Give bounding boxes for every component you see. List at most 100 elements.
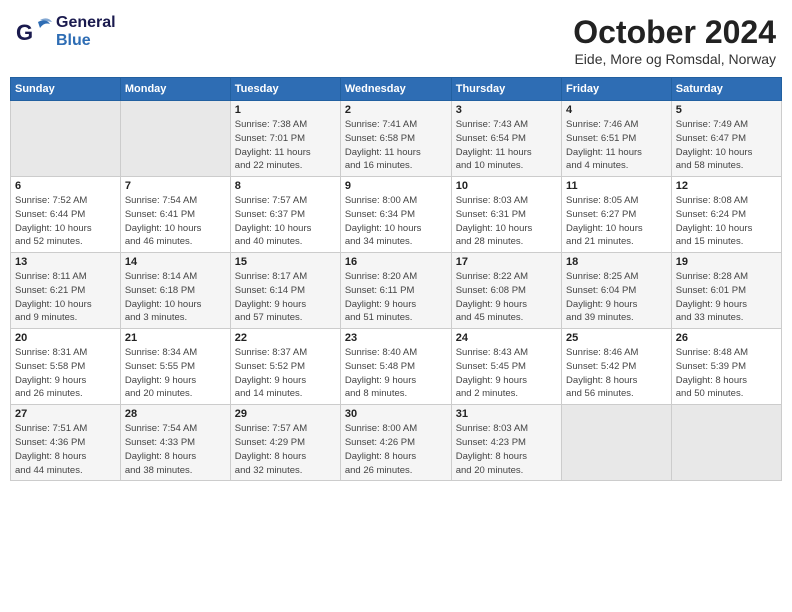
day-info: Sunrise: 8:17 AM Sunset: 6:14 PM Dayligh… <box>235 270 336 325</box>
calendar-cell: 29Sunrise: 7:57 AM Sunset: 4:29 PM Dayli… <box>230 405 340 481</box>
calendar-cell: 30 Sunrise: 8:00 AM Sunset: 4:26 PM Dayli… <box>340 405 451 481</box>
day-number: 30 <box>345 408 447 420</box>
day-info: Sunrise: 8:05 AM Sunset: 6:27 PM Dayligh… <box>566 194 667 249</box>
day-info: Sunrise: 8:34 AM Sunset: 5:55 PM Dayligh… <box>125 346 226 401</box>
day-number: 13 <box>15 256 116 268</box>
day-number: 11 <box>566 180 667 192</box>
calendar-cell: 22Sunrise: 8:37 AM Sunset: 5:52 PM Dayli… <box>230 329 340 405</box>
calendar-week-row: 13 Sunrise: 8:11 AM Sunset: 6:21 PM Dayli… <box>11 253 782 329</box>
day-number: 5 <box>676 104 777 116</box>
day-number: 3 <box>456 104 557 116</box>
day-info: Sunrise: 8:11 AM Sunset: 6:21 PM Dayligh… <box>15 270 116 325</box>
day-info: Sunrise: 8:00 AM Sunset: 6:34 PM Dayligh… <box>345 194 447 249</box>
calendar-cell: 8 Sunrise: 7:57 AM Sunset: 6:37 PM Daylig… <box>230 177 340 253</box>
calendar-cell: 4 Sunrise: 7:46 AM Sunset: 6:51 PM Daylig… <box>562 101 672 177</box>
day-number: 20 <box>15 332 116 344</box>
day-info: Sunrise: 7:46 AM Sunset: 6:51 PM Dayligh… <box>566 118 667 173</box>
weekday-header-sunday: Sunday <box>11 78 121 101</box>
month-title: October 2024 <box>573 14 776 51</box>
calendar-cell: 9 Sunrise: 8:00 AM Sunset: 6:34 PM Daylig… <box>340 177 451 253</box>
page-header: G General Blue October 2024 Eide, More o… <box>10 10 782 71</box>
day-info: Sunrise: 7:51 AM Sunset: 4:36 PM Dayligh… <box>15 422 116 477</box>
calendar-cell: 1Sunrise: 7:38 AM Sunset: 7:01 PM Daylig… <box>230 101 340 177</box>
day-number: 14 <box>125 256 226 268</box>
day-number: 8 <box>235 180 336 192</box>
day-info: Sunrise: 7:54 AM Sunset: 6:41 PM Dayligh… <box>125 194 226 249</box>
calendar-week-row: 6Sunrise: 7:52 AM Sunset: 6:44 PM Daylig… <box>11 177 782 253</box>
day-number: 7 <box>125 180 226 192</box>
calendar-cell: 28 Sunrise: 7:54 AM Sunset: 4:33 PM Dayli… <box>120 405 230 481</box>
day-info: Sunrise: 8:48 AM Sunset: 5:39 PM Dayligh… <box>676 346 777 401</box>
calendar-cell: 24 Sunrise: 8:43 AM Sunset: 5:45 PM Dayli… <box>451 329 561 405</box>
day-number: 24 <box>456 332 557 344</box>
weekday-header-tuesday: Tuesday <box>230 78 340 101</box>
day-info: Sunrise: 8:46 AM Sunset: 5:42 PM Dayligh… <box>566 346 667 401</box>
day-info: Sunrise: 8:31 AM Sunset: 5:58 PM Dayligh… <box>15 346 116 401</box>
day-number: 10 <box>456 180 557 192</box>
calendar-cell: 19 Sunrise: 8:28 AM Sunset: 6:01 PM Dayli… <box>671 253 781 329</box>
day-info: Sunrise: 7:49 AM Sunset: 6:47 PM Dayligh… <box>676 118 777 173</box>
calendar-week-row: 27Sunrise: 7:51 AM Sunset: 4:36 PM Dayli… <box>11 405 782 481</box>
calendar-cell: 15 Sunrise: 8:17 AM Sunset: 6:14 PM Dayli… <box>230 253 340 329</box>
calendar-cell: 5 Sunrise: 7:49 AM Sunset: 6:47 PM Daylig… <box>671 101 781 177</box>
calendar-cell: 6Sunrise: 7:52 AM Sunset: 6:44 PM Daylig… <box>11 177 121 253</box>
day-number: 16 <box>345 256 447 268</box>
calendar-cell: 18 Sunrise: 8:25 AM Sunset: 6:04 PM Dayli… <box>562 253 672 329</box>
day-number: 31 <box>456 408 557 420</box>
day-number: 19 <box>676 256 777 268</box>
day-info: Sunrise: 8:43 AM Sunset: 5:45 PM Dayligh… <box>456 346 557 401</box>
calendar-cell <box>671 405 781 481</box>
logo-blue: Blue <box>56 32 116 50</box>
calendar-header-row: SundayMondayTuesdayWednesdayThursdayFrid… <box>11 78 782 101</box>
day-info: Sunrise: 8:03 AM Sunset: 4:23 PM Dayligh… <box>456 422 557 477</box>
calendar-cell: 27Sunrise: 7:51 AM Sunset: 4:36 PM Dayli… <box>11 405 121 481</box>
day-info: Sunrise: 8:20 AM Sunset: 6:11 PM Dayligh… <box>345 270 447 325</box>
calendar-cell: 10 Sunrise: 8:03 AM Sunset: 6:31 PM Dayli… <box>451 177 561 253</box>
day-info: Sunrise: 7:54 AM Sunset: 4:33 PM Dayligh… <box>125 422 226 477</box>
day-number: 28 <box>125 408 226 420</box>
weekday-header-saturday: Saturday <box>671 78 781 101</box>
calendar-cell: 31 Sunrise: 8:03 AM Sunset: 4:23 PM Dayli… <box>451 405 561 481</box>
day-info: Sunrise: 7:41 AM Sunset: 6:58 PM Dayligh… <box>345 118 447 173</box>
day-info: Sunrise: 8:03 AM Sunset: 6:31 PM Dayligh… <box>456 194 557 249</box>
day-number: 18 <box>566 256 667 268</box>
day-number: 29 <box>235 408 336 420</box>
title-block: October 2024 Eide, More og Romsdal, Norw… <box>573 14 776 67</box>
calendar-cell: 14 Sunrise: 8:14 AM Sunset: 6:18 PM Dayli… <box>120 253 230 329</box>
day-info: Sunrise: 8:22 AM Sunset: 6:08 PM Dayligh… <box>456 270 557 325</box>
calendar-cell: 17 Sunrise: 8:22 AM Sunset: 6:08 PM Dayli… <box>451 253 561 329</box>
day-number: 9 <box>345 180 447 192</box>
calendar-cell: 23Sunrise: 8:40 AM Sunset: 5:48 PM Dayli… <box>340 329 451 405</box>
day-number: 4 <box>566 104 667 116</box>
calendar-cell <box>120 101 230 177</box>
day-number: 26 <box>676 332 777 344</box>
calendar-week-row: 20 Sunrise: 8:31 AM Sunset: 5:58 PM Dayli… <box>11 329 782 405</box>
day-info: Sunrise: 7:43 AM Sunset: 6:54 PM Dayligh… <box>456 118 557 173</box>
location: Eide, More og Romsdal, Norway <box>573 51 776 67</box>
day-info: Sunrise: 8:28 AM Sunset: 6:01 PM Dayligh… <box>676 270 777 325</box>
day-number: 25 <box>566 332 667 344</box>
weekday-header-thursday: Thursday <box>451 78 561 101</box>
weekday-header-wednesday: Wednesday <box>340 78 451 101</box>
day-number: 2 <box>345 104 447 116</box>
calendar-cell: 26 Sunrise: 8:48 AM Sunset: 5:39 PM Dayli… <box>671 329 781 405</box>
day-number: 17 <box>456 256 557 268</box>
calendar-cell: 7 Sunrise: 7:54 AM Sunset: 6:41 PM Daylig… <box>120 177 230 253</box>
calendar-cell <box>562 405 672 481</box>
calendar-cell: 2 Sunrise: 7:41 AM Sunset: 6:58 PM Daylig… <box>340 101 451 177</box>
weekday-header-monday: Monday <box>120 78 230 101</box>
calendar-cell: 20 Sunrise: 8:31 AM Sunset: 5:58 PM Dayli… <box>11 329 121 405</box>
day-number: 12 <box>676 180 777 192</box>
weekday-header-friday: Friday <box>562 78 672 101</box>
logo-general: General <box>56 14 116 32</box>
day-info: Sunrise: 8:14 AM Sunset: 6:18 PM Dayligh… <box>125 270 226 325</box>
day-number: 15 <box>235 256 336 268</box>
day-info: Sunrise: 8:25 AM Sunset: 6:04 PM Dayligh… <box>566 270 667 325</box>
day-number: 23 <box>345 332 447 344</box>
calendar-cell: 16 Sunrise: 8:20 AM Sunset: 6:11 PM Dayli… <box>340 253 451 329</box>
day-info: Sunrise: 7:57 AM Sunset: 6:37 PM Dayligh… <box>235 194 336 249</box>
day-info: Sunrise: 7:38 AM Sunset: 7:01 PM Dayligh… <box>235 118 336 173</box>
calendar-cell <box>11 101 121 177</box>
calendar-table: SundayMondayTuesdayWednesdayThursdayFrid… <box>10 77 782 481</box>
day-info: Sunrise: 8:00 AM Sunset: 4:26 PM Dayligh… <box>345 422 447 477</box>
